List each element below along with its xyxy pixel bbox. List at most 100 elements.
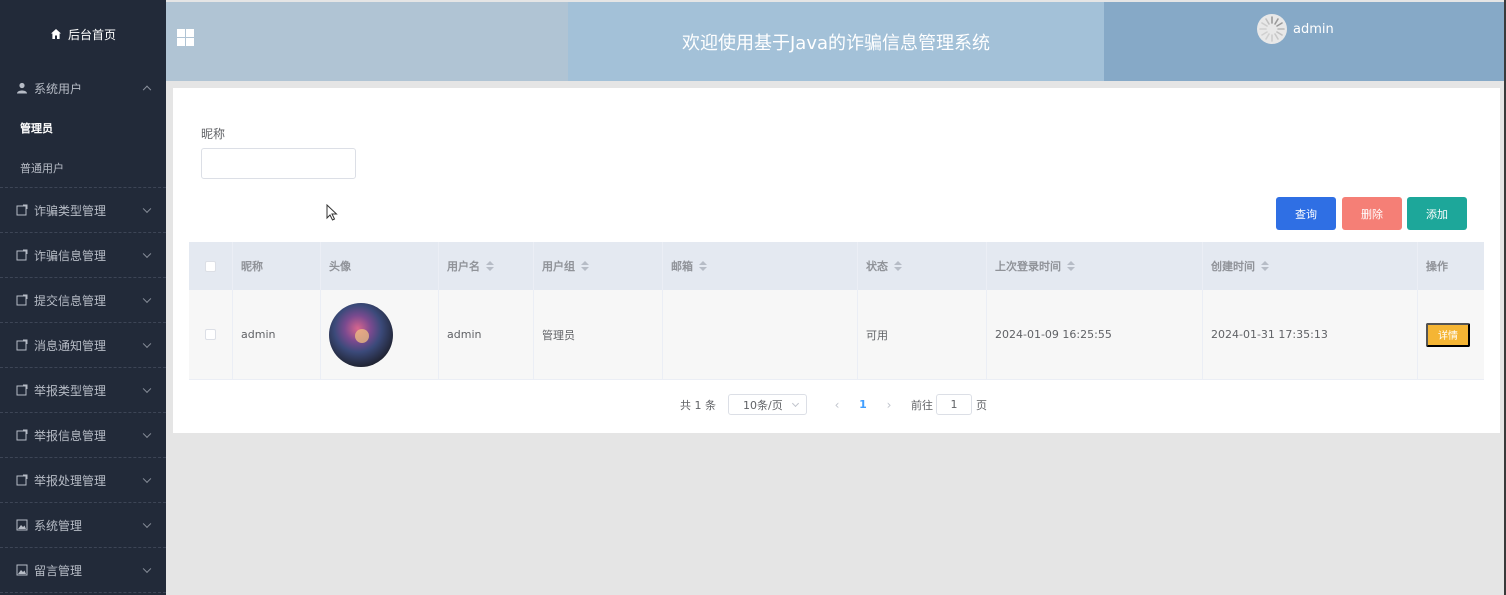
column-header-label: 邮箱 xyxy=(671,260,693,273)
folder-icon xyxy=(16,384,28,396)
sidebar-group-messages[interactable]: 留言管理 xyxy=(0,548,166,593)
column-header-label: 昵称 xyxy=(241,260,263,273)
menu-grid-icon[interactable] xyxy=(177,29,194,46)
main-card: 昵称 查询 删除 添加 昵称 头像 用户名 用户组 邮箱 状态 上次登录时间 创… xyxy=(173,88,1500,433)
sidebar-item-label: 管理员 xyxy=(20,122,53,135)
sort-icon[interactable] xyxy=(1261,261,1269,271)
nickname-label: 昵称 xyxy=(201,127,226,141)
sidebar-group-fraud-type[interactable]: 诈骗类型管理 xyxy=(0,188,166,233)
chevron-down-icon xyxy=(142,294,152,304)
cell-email xyxy=(663,290,858,379)
sort-icon[interactable] xyxy=(699,261,707,271)
chevron-down-icon xyxy=(791,399,800,408)
column-header-label: 头像 xyxy=(329,260,351,273)
sidebar-group-label: 举报处理管理 xyxy=(34,473,107,488)
sidebar-group-system-users[interactable]: 系统用户 xyxy=(0,68,166,108)
sort-icon[interactable] xyxy=(1067,261,1075,271)
column-header-label: 用户名 xyxy=(447,260,480,273)
select-all-checkbox[interactable] xyxy=(205,260,216,272)
page-size-value: 10条/页 xyxy=(743,398,783,412)
sidebar-group-label: 提交信息管理 xyxy=(34,293,107,308)
sidebar-item-admin[interactable]: 管理员 xyxy=(0,108,166,148)
cell-avatar xyxy=(321,290,439,379)
cell-status: 可用 xyxy=(858,290,987,379)
cell-created: 2024-01-31 17:35:13 xyxy=(1203,290,1418,379)
cell-nickname: admin xyxy=(233,290,321,379)
page-number-current[interactable]: 1 xyxy=(847,398,879,411)
folder-icon xyxy=(16,429,28,441)
page-title: 欢迎使用基于Java的诈骗信息管理系统 xyxy=(681,32,991,54)
sidebar-group-notifications[interactable]: 消息通知管理 xyxy=(0,323,166,368)
sidebar-group-report-handle[interactable]: 举报处理管理 xyxy=(0,458,166,503)
chevron-down-icon xyxy=(142,564,152,574)
column-header-email[interactable]: 邮箱 xyxy=(663,242,858,290)
chevron-up-icon xyxy=(142,85,152,95)
sidebar-group-label: 举报信息管理 xyxy=(34,428,107,443)
sidebar-group-label: 系统管理 xyxy=(34,518,83,533)
header-select-all xyxy=(189,242,233,290)
page-size-select[interactable]: 10条/页 xyxy=(728,394,807,415)
column-header-label: 上次登录时间 xyxy=(995,260,1061,273)
delete-button[interactable]: 删除 xyxy=(1342,197,1402,230)
sidebar-group-report-type[interactable]: 举报类型管理 xyxy=(0,368,166,413)
column-header-actions: 操作 xyxy=(1418,242,1484,290)
sidebar: 后台首页 系统用户 管理员 普通用户 诈骗类型管理 诈骗信息管理 提交信息管理 … xyxy=(0,0,166,595)
column-header-label: 用户组 xyxy=(542,260,575,273)
sidebar-group-report-info[interactable]: 举报信息管理 xyxy=(0,413,166,458)
folder-icon xyxy=(16,339,28,351)
header-title: 欢迎使用基于Java的诈骗信息管理系统 xyxy=(568,2,1104,81)
user-icon xyxy=(17,82,27,94)
image-icon xyxy=(16,519,28,531)
goto-page-input[interactable]: 1 xyxy=(936,394,972,415)
image-icon xyxy=(16,564,28,576)
next-page-icon[interactable]: › xyxy=(879,398,899,412)
prev-page-icon[interactable]: ‹ xyxy=(827,398,847,412)
chevron-down-icon xyxy=(142,519,152,529)
user-menu[interactable]: admin xyxy=(1257,14,1334,44)
header-left xyxy=(166,2,568,81)
sort-icon[interactable] xyxy=(894,261,902,271)
sidebar-group-label: 诈骗类型管理 xyxy=(34,203,107,218)
username: admin xyxy=(1293,21,1334,37)
sidebar-item-normal-user[interactable]: 普通用户 xyxy=(0,148,166,188)
column-header-group[interactable]: 用户组 xyxy=(534,242,663,290)
chevron-down-icon xyxy=(142,339,152,349)
chevron-down-icon xyxy=(142,249,152,259)
cell-group: 管理员 xyxy=(534,290,663,379)
column-header-username[interactable]: 用户名 xyxy=(439,242,534,290)
query-button[interactable]: 查询 xyxy=(1276,197,1336,230)
folder-icon xyxy=(16,474,28,486)
add-button[interactable]: 添加 xyxy=(1407,197,1467,230)
sidebar-group-system-manage[interactable]: 系统管理 xyxy=(0,503,166,548)
top-header: 欢迎使用基于Java的诈骗信息管理系统 admin xyxy=(166,2,1504,81)
column-header-label: 创建时间 xyxy=(1211,260,1255,273)
sidebar-group-label: 消息通知管理 xyxy=(34,338,107,353)
sort-icon[interactable] xyxy=(486,261,494,271)
chevron-down-icon xyxy=(142,474,152,484)
column-header-label: 操作 xyxy=(1426,260,1448,273)
home-icon xyxy=(50,29,61,39)
sidebar-group-fraud-info[interactable]: 诈骗信息管理 xyxy=(0,233,166,278)
row-checkbox[interactable] xyxy=(205,329,216,340)
column-header-avatar: 头像 xyxy=(321,242,439,290)
folder-icon xyxy=(16,204,28,216)
column-header-last-login[interactable]: 上次登录时间 xyxy=(987,242,1203,290)
nickname-input[interactable] xyxy=(201,148,356,179)
goto-label: 前往 xyxy=(911,398,933,412)
sidebar-group-label: 诈骗信息管理 xyxy=(34,248,107,263)
row-select xyxy=(189,290,233,379)
column-header-status[interactable]: 状态 xyxy=(858,242,987,290)
detail-button[interactable]: 详情 xyxy=(1426,322,1470,347)
folder-icon xyxy=(16,249,28,261)
sidebar-home[interactable]: 后台首页 xyxy=(0,0,166,68)
sidebar-group-submit-info[interactable]: 提交信息管理 xyxy=(0,278,166,323)
table-header: 昵称 头像 用户名 用户组 邮箱 状态 上次登录时间 创建时间 操作 xyxy=(189,242,1484,290)
column-header-created[interactable]: 创建时间 xyxy=(1203,242,1418,290)
cell-actions: 详情 xyxy=(1418,290,1484,379)
sort-icon[interactable] xyxy=(581,261,589,271)
avatar xyxy=(1257,14,1287,44)
sidebar-group-label: 留言管理 xyxy=(34,563,83,578)
sidebar-group-label: 举报类型管理 xyxy=(34,383,107,398)
cell-username: admin xyxy=(439,290,534,379)
mouse-cursor-icon xyxy=(326,204,338,221)
